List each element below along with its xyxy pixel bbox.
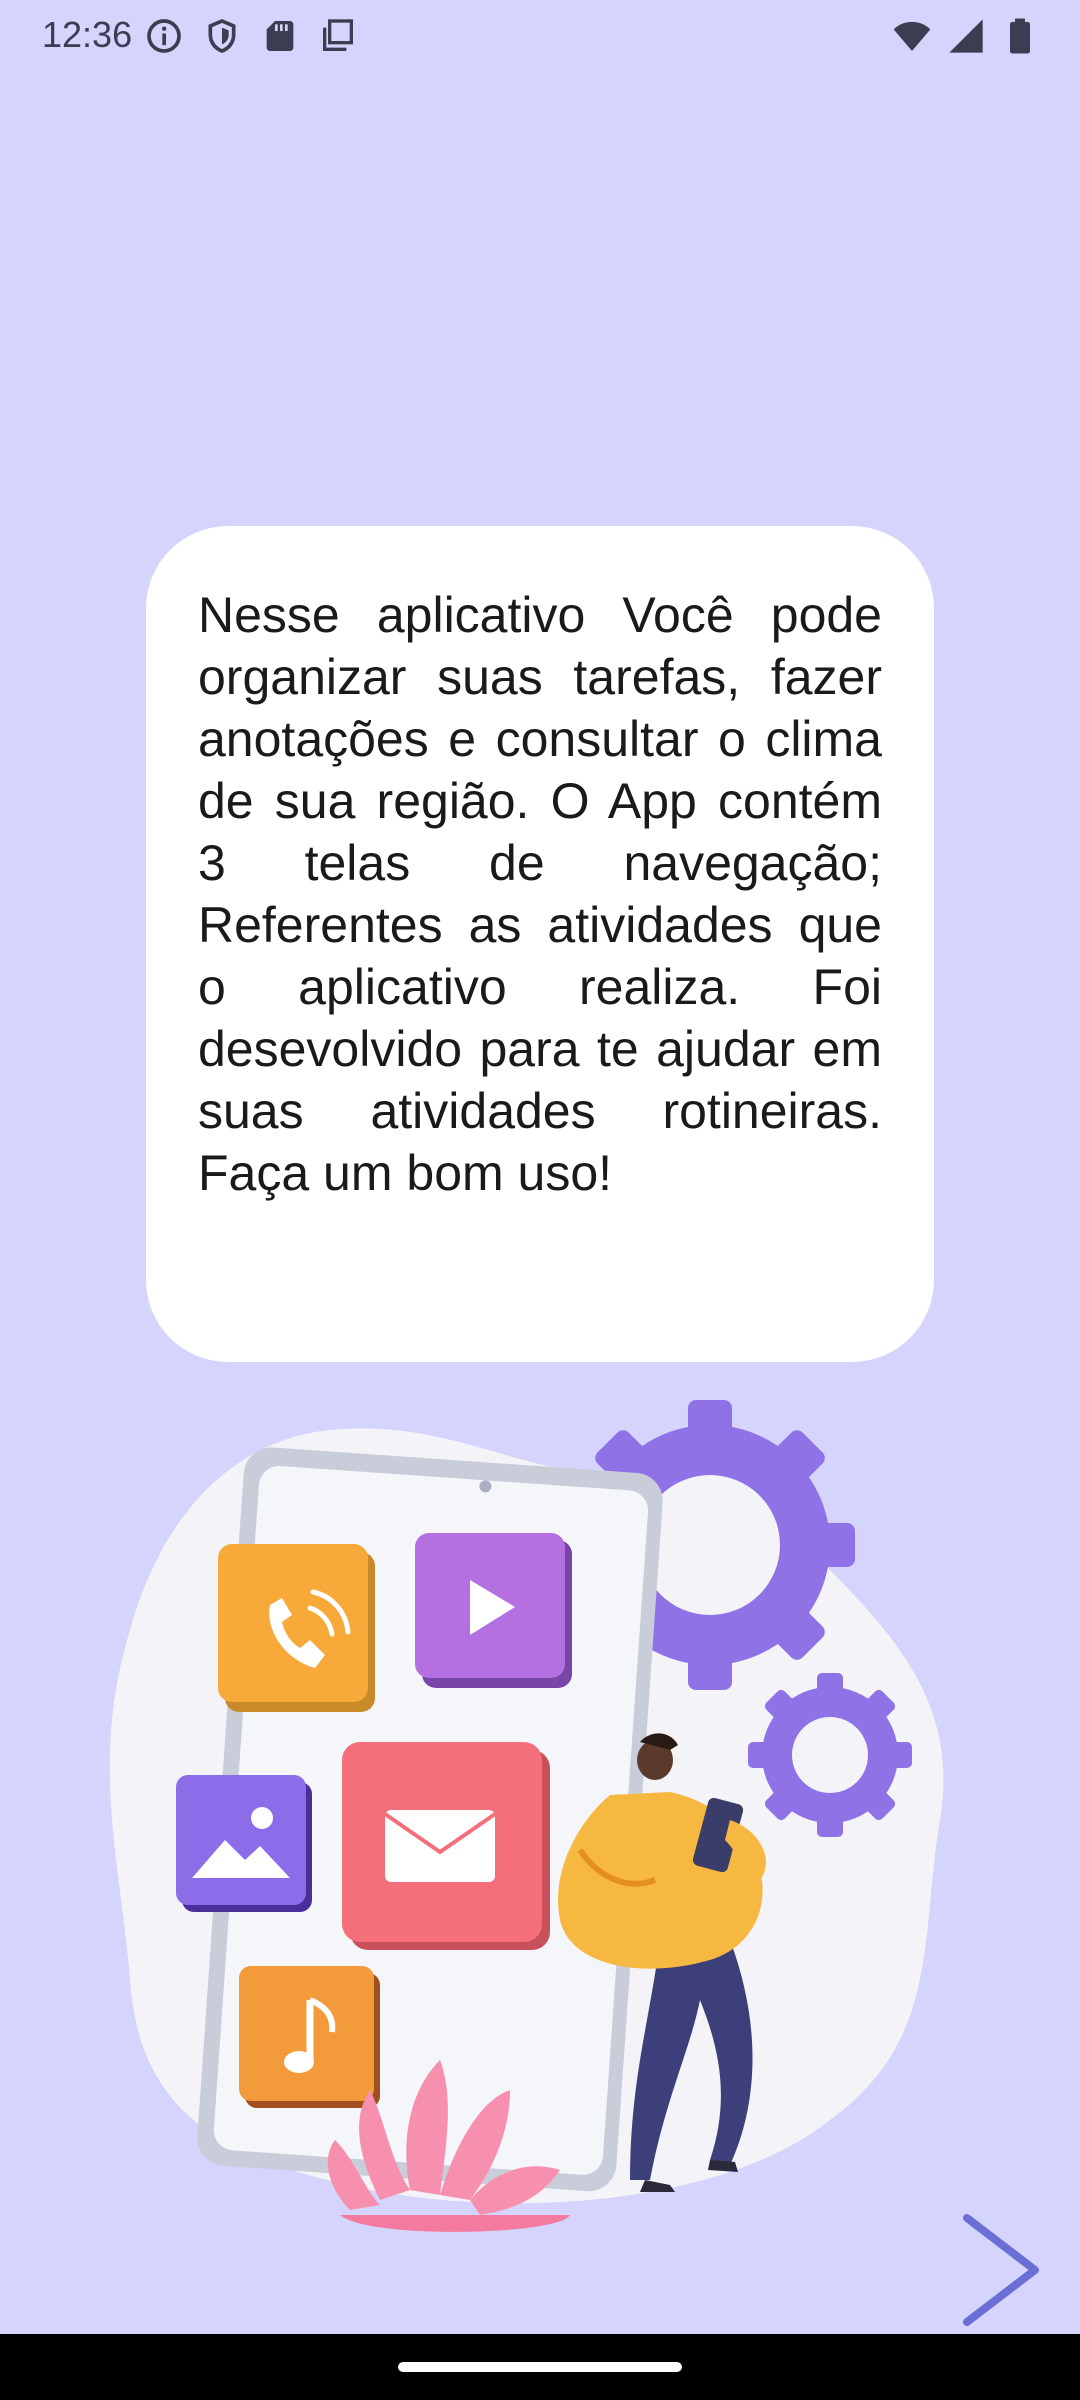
signal-icon — [949, 19, 983, 53]
next-button[interactable] — [955, 2210, 1055, 2330]
mail-icon — [342, 1742, 550, 1950]
wifi-icon — [893, 21, 931, 51]
image-icon — [176, 1775, 312, 1912]
status-bar: 12:36 — [0, 0, 1080, 72]
info-icon — [147, 19, 181, 53]
info-card: Nesse aplicativo Você pode organizar sua… — [146, 526, 934, 1362]
home-indicator[interactable] — [398, 2362, 682, 2372]
small-gear-icon — [748, 1673, 912, 1837]
music-note-icon — [239, 1966, 380, 2108]
copy-icon — [323, 19, 353, 51]
onboarding-illustration — [110, 1400, 944, 2232]
phone-call-icon — [218, 1544, 375, 1712]
play-icon — [415, 1533, 572, 1688]
battery-icon — [1010, 18, 1030, 54]
status-time: 12:36 — [42, 14, 133, 55]
sd-card-icon — [266, 21, 294, 51]
status-system-icons — [892, 16, 1040, 56]
chevron-right-icon — [963, 2214, 1039, 2326]
system-nav-bar — [0, 2334, 1080, 2400]
shield-icon — [208, 19, 236, 53]
status-notification-icons — [144, 16, 358, 56]
app-description: Nesse aplicativo Você pode organizar sua… — [198, 587, 882, 1201]
